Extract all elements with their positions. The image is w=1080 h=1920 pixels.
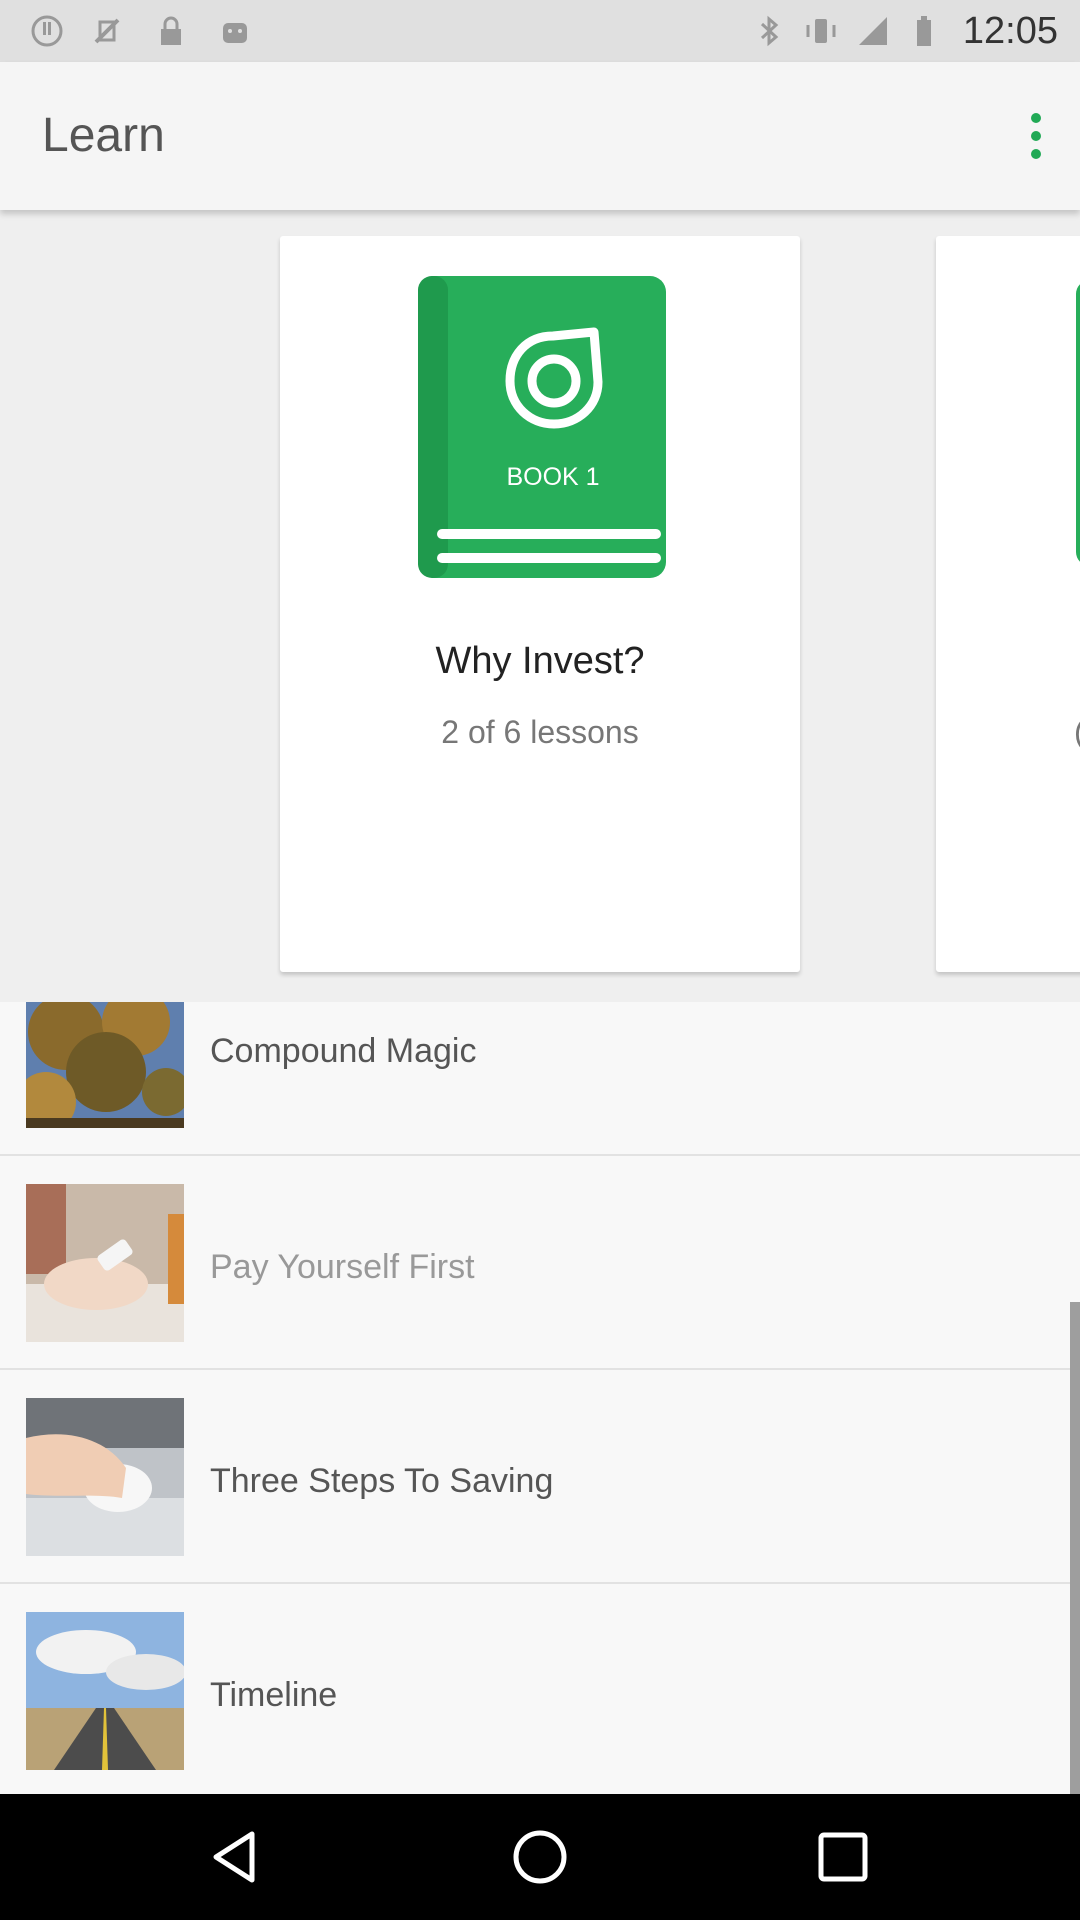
- lesson-title: Timeline: [210, 1676, 338, 1714]
- app-bar: Learn: [0, 62, 1080, 210]
- tree-photo: [26, 1002, 184, 1128]
- page-title: Learn: [42, 109, 165, 162]
- scrollbar[interactable]: [1070, 1302, 1080, 1794]
- nav-bar: [0, 1794, 1080, 1920]
- vibrate-icon: [806, 19, 836, 43]
- mouse-hand-photo: [26, 1398, 184, 1556]
- list-item[interactable]: Compound Magic: [0, 1002, 1080, 1156]
- lock-icon: [161, 16, 181, 45]
- android-icon: [223, 23, 247, 43]
- phone-hand-photo: [26, 1184, 184, 1342]
- lesson-title: Pay Yourself First: [210, 1248, 475, 1286]
- bluetooth-icon: [760, 15, 779, 47]
- book-cover-icon: BOOK 1: [418, 276, 666, 578]
- list-item[interactable]: Three Steps To Saving: [0, 1370, 1080, 1584]
- lesson-title: Compound Magic: [210, 1032, 477, 1070]
- book-progress: 2 of 6 lessons: [441, 714, 639, 750]
- book-card-next[interactable]: (: [936, 236, 1080, 972]
- book-carousel[interactable]: BOOK 1 Why Invest? 2 of 6 lessons (: [0, 210, 1080, 1002]
- signal-icon: [859, 17, 887, 45]
- lesson-title: Three Steps To Saving: [210, 1462, 554, 1500]
- more-vert-icon[interactable]: [1006, 96, 1066, 176]
- battery-icon: [917, 16, 931, 46]
- home-icon[interactable]: [505, 1822, 575, 1892]
- recents-icon[interactable]: [808, 1822, 878, 1892]
- status-bar: 12:05: [0, 0, 1080, 62]
- status-time: 12:05: [962, 10, 1058, 52]
- back-icon[interactable]: [202, 1822, 272, 1892]
- book-card[interactable]: BOOK 1 Why Invest? 2 of 6 lessons: [280, 236, 800, 972]
- book-cover-label: BOOK 1: [506, 463, 599, 491]
- list-item[interactable]: Pay Yourself First: [0, 1156, 1080, 1370]
- no-sim-icon: [94, 18, 120, 44]
- book-cover-icon: [1076, 280, 1080, 566]
- book-title: Why Invest?: [435, 640, 645, 682]
- lesson-list[interactable]: Compound Magic Pay Yourself First Three …: [0, 1002, 1080, 1794]
- list-item[interactable]: Timeline: [0, 1584, 1080, 1794]
- info-icon: [31, 15, 63, 47]
- road-photo: [26, 1612, 184, 1770]
- book-progress-partial: (: [1074, 714, 1080, 751]
